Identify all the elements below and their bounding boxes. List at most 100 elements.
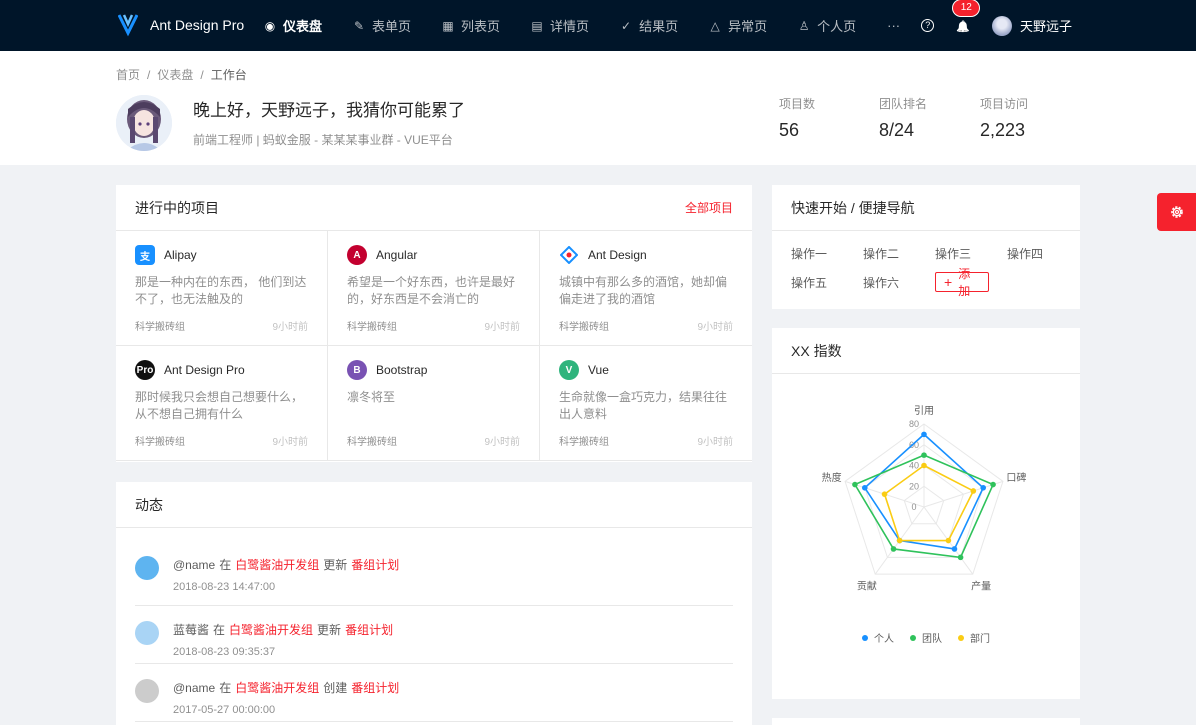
activity-target-link[interactable]: 番组计划 xyxy=(351,681,399,695)
project-group[interactable]: 科学搬砖组 xyxy=(347,433,397,448)
quick-link[interactable]: 操作六 xyxy=(863,274,935,291)
project-title: Ant Design xyxy=(559,245,733,265)
project-item[interactable]: 支 Alipay 那是一种内在的东西， 他们到达不了，也无法触及的 科学搬砖组 9小时前 xyxy=(116,231,328,346)
radar-point[interactable] xyxy=(990,481,996,488)
radar-point[interactable] xyxy=(921,462,927,469)
project-name[interactable]: Ant Design Pro xyxy=(164,363,245,377)
breadcrumb-dashboard[interactable]: 仪表盘 xyxy=(157,68,193,82)
settings-drawer-button[interactable] xyxy=(1157,193,1196,231)
activity-body: 蓝莓酱在白鹭酱油开发组 更新 番组计划 2018-08-23 09:35:37 xyxy=(173,621,393,658)
radar-point[interactable] xyxy=(951,546,958,552)
project-time: 9小时前 xyxy=(697,322,733,333)
project-time: 9小时前 xyxy=(272,322,308,333)
project-desc: 那时候我只会想自己想要什么，从不想自己拥有什么 xyxy=(135,390,304,421)
activity-body: @name 在白鹭酱油开发组 更新 番组计划 2018-08-23 14:47:00 xyxy=(173,556,399,593)
avatar xyxy=(135,621,159,645)
menu-item-label: 详情页 xyxy=(550,19,590,34)
activity-action: 更新 xyxy=(323,558,348,572)
legend-item[interactable]: 部门 xyxy=(958,630,990,645)
project-group[interactable]: 科学搬砖组 xyxy=(559,433,609,448)
project-name[interactable]: Vue xyxy=(588,363,609,377)
radar-indicator-label: 口碑 xyxy=(1006,471,1026,484)
stat-projects: 项目数 56 xyxy=(779,95,815,141)
radar-point[interactable] xyxy=(921,431,927,438)
stat-label: 项目访问 xyxy=(980,97,1029,111)
brand-logo[interactable]: Ant Design Pro xyxy=(118,13,244,37)
project-item[interactable]: Pro Ant Design Pro 那时候我只会想自己想要什么，从不想自己拥有什么… xyxy=(116,346,328,461)
project-name[interactable]: Alipay xyxy=(164,248,197,262)
menu-more[interactable]: ··· xyxy=(887,0,900,51)
notification-bell[interactable]: 🔔 12 xyxy=(953,0,980,33)
activity-group-link[interactable]: 白鹭酱油开发组 xyxy=(229,623,313,637)
avatar[interactable] xyxy=(991,15,1012,36)
activity-target-link[interactable]: 番组计划 xyxy=(345,623,393,637)
project-desc: 城镇中有那么多的酒馆，她却偏偏走进了我的酒馆 xyxy=(559,275,728,306)
quick-link[interactable]: 操作一 xyxy=(791,245,863,262)
breadcrumb-home[interactable]: 首页 xyxy=(116,68,140,82)
project-footer: 科学搬砖组 9小时前 xyxy=(135,433,308,448)
activity-item: 蓝莓酱在白鹭酱油开发组 更新 番组计划 2018-08-23 09:35:37 xyxy=(135,606,733,664)
form-icon: ✎ xyxy=(353,18,365,33)
all-projects-link[interactable]: 全部项目 xyxy=(685,199,733,216)
card-title: 进行中的项目 xyxy=(135,199,219,216)
project-item[interactable]: Ant Design 城镇中有那么多的酒馆，她却偏偏走进了我的酒馆科学搬砖组 9小时… xyxy=(540,231,752,346)
project-group[interactable]: 科学搬砖组 xyxy=(347,318,397,333)
project-item[interactable]: V Vue 生命就像一盒巧克力，结果往往出人意料 科学搬砖组 9小时前 xyxy=(540,346,752,461)
radar-point[interactable] xyxy=(980,484,987,491)
project-item[interactable]: A Angular 希望是一个好东西，也许是最好的，好东西是不会消亡的 科学搬砖组 9小… xyxy=(328,231,540,346)
menu-item-6[interactable]: ♙ 个人页 xyxy=(798,0,856,51)
radar-point[interactable] xyxy=(852,481,858,488)
menu-item-4[interactable]: ✓ 结果页 xyxy=(620,0,678,51)
activity-group-link[interactable]: 白鹭酱油开发组 xyxy=(235,681,319,695)
activity-group-link[interactable]: 白鹭酱油开发组 xyxy=(235,558,319,572)
project-name[interactable]: Bootstrap xyxy=(376,363,427,377)
stat-visits: 项目访问 2,223 xyxy=(980,95,1028,141)
radar-point[interactable] xyxy=(896,537,903,544)
activity-action: 创建 xyxy=(323,681,348,695)
menu-item-2[interactable]: ▦ 列表页 xyxy=(442,0,500,51)
card-header: XX 指数 xyxy=(772,328,1080,374)
card-header: 快速开始 / 便捷导航 xyxy=(772,185,1080,231)
username[interactable]: 天野远子 xyxy=(1020,16,1072,35)
project-footer: 科学搬砖组 9小时前 xyxy=(347,318,520,333)
radar-point[interactable] xyxy=(945,537,952,544)
quick-link[interactable]: 操作四 xyxy=(1007,245,1079,262)
legend-item[interactable]: 团队 xyxy=(910,630,942,645)
radar-indicator-label: 热度 xyxy=(822,471,842,484)
project-item[interactable]: B Bootstrap 凛冬将至 科学搬砖组 9小时前 xyxy=(328,346,540,461)
radar-point[interactable] xyxy=(970,488,977,494)
menu-item-0[interactable]: ◉ 仪表盘 xyxy=(264,0,322,51)
radar-point[interactable] xyxy=(861,484,868,491)
project-group[interactable]: 科学搬砖组 xyxy=(135,318,185,333)
quick-link[interactable]: 操作二 xyxy=(863,245,935,262)
quick-link[interactable]: 操作三 xyxy=(935,245,1007,262)
activity-target-link[interactable]: 番组计划 xyxy=(351,558,399,572)
activity-list: @name 在白鹭酱油开发组 更新 番组计划 2018-08-23 14:47:00 蓝莓… xyxy=(116,528,752,722)
menu-item-3[interactable]: ▤ 详情页 xyxy=(531,0,589,51)
stat-label: 团队排名 xyxy=(879,97,928,111)
radar-point[interactable] xyxy=(957,554,964,561)
radar-point[interactable] xyxy=(890,546,897,552)
question-icon[interactable]: ? xyxy=(921,19,935,32)
project-group[interactable]: 科学搬砖组 xyxy=(559,318,609,333)
project-logo-icon: A xyxy=(347,245,367,265)
project-name[interactable]: Angular xyxy=(376,248,417,262)
breadcrumb: 首页 / 仪表盘 / 工作台 xyxy=(116,68,247,82)
menu-item-1[interactable]: ✎ 表单页 xyxy=(353,0,411,51)
plus-icon: + xyxy=(944,274,953,290)
table-icon: ▦ xyxy=(442,18,454,33)
xx-index-card: XX 指数 80 60 40 20 0 引用 口碑 产量 贡献 热度 个人 团队 部门 xyxy=(772,328,1080,699)
project-desc: 生命就像一盒巧克力，结果往往出人意料 xyxy=(559,390,728,421)
project-group[interactable]: 科学搬砖组 xyxy=(135,433,185,448)
quick-link[interactable]: 操作五 xyxy=(791,274,863,291)
legend-item[interactable]: 个人 xyxy=(862,630,894,645)
radar-indicator-label: 贡献 xyxy=(857,580,877,593)
radar-point[interactable] xyxy=(881,491,888,497)
add-button[interactable]: + 添加 xyxy=(935,267,989,298)
project-logo-icon: V xyxy=(559,360,579,380)
activity-time: 2017-05-27 00:00:00 xyxy=(173,704,276,716)
quick-add-wrap: + 添加 xyxy=(935,267,1007,298)
radar-point[interactable] xyxy=(921,452,927,458)
project-name[interactable]: Ant Design xyxy=(588,248,647,262)
menu-item-5[interactable]: △ 异常页 xyxy=(709,0,767,51)
